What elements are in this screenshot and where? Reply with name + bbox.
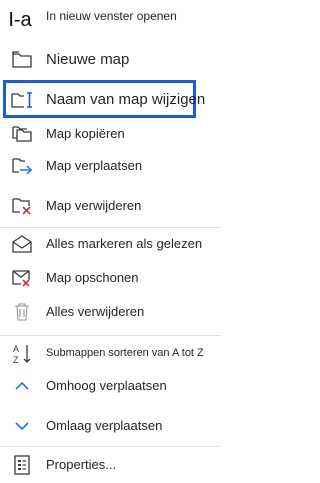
svg-text:A: A [13, 344, 19, 354]
menu-item-label: Nieuwe map [46, 51, 130, 68]
menu-item-move-down[interactable]: Omlaag verplaatsen [0, 412, 221, 440]
menu-item-copy-folder[interactable]: Map kopiëren [0, 120, 221, 148]
menu-item-clean-up-folder[interactable]: Map opschonen [0, 264, 221, 292]
menu-item-label: Alles markeren als gelezen [46, 236, 203, 251]
menu-item-label: Map verplaatsen [46, 158, 143, 173]
clean-up-folder-icon [10, 266, 34, 290]
menu-item-label: Map opschonen [46, 270, 139, 285]
rename-folder-icon [10, 88, 34, 112]
chevron-up-icon [10, 374, 34, 398]
menu-separator [0, 446, 221, 447]
menu-item-delete-folder[interactable]: Map verwijderen [0, 192, 221, 220]
menu-item-label: Naam van map wijzigen [46, 91, 206, 108]
menu-item-move-folder[interactable]: Map verplaatsen [0, 152, 221, 180]
menu-item-sort-az[interactable]: AZ Submappen sorteren van A tot Z [0, 339, 221, 369]
menu-item-label: Omhoog verplaatsen [46, 378, 167, 393]
sort-az-icon: AZ [10, 342, 34, 366]
menu-item-label: Submappen sorteren van A tot Z [46, 347, 204, 359]
menu-item-properties[interactable]: Properties... [0, 450, 221, 480]
new-folder-icon [10, 48, 34, 72]
menu-item-label: In nieuw venster openen [46, 9, 177, 23]
delete-folder-icon [10, 194, 34, 218]
mark-read-icon [10, 232, 34, 256]
menu-item-mark-all-read[interactable]: Alles markeren als gelezen [0, 230, 221, 258]
menu-item-label: Properties... [46, 457, 117, 472]
menu-item-rename-folder[interactable]: Naam van map wijzigen [0, 84, 221, 116]
menu-item-new-folder[interactable]: Nieuwe map [0, 44, 221, 76]
menu-item-label: Omlaag verplaatsen [46, 418, 163, 433]
menu-item-label: Map verwijderen [46, 198, 142, 213]
menu-item-move-up[interactable]: Omhoog verplaatsen [0, 372, 221, 400]
menu-separator [0, 335, 221, 336]
move-folder-icon [10, 154, 34, 178]
delete-all-icon [10, 300, 34, 324]
menu-item-label: Alles verwijderen [46, 304, 145, 319]
menu-separator [0, 227, 221, 228]
folder-context-menu: I-a In nieuw venster openen Nieuwe map N… [0, 0, 221, 483]
properties-icon [10, 453, 34, 477]
menu-item-delete-all[interactable]: Alles verwijderen [0, 298, 221, 326]
menu-item-label: Map kopiëren [46, 126, 125, 141]
copy-folder-icon [10, 122, 34, 146]
open-new-window-icon: I-a [8, 8, 32, 31]
svg-text:Z: Z [13, 355, 19, 365]
chevron-down-icon [10, 414, 34, 438]
menu-item-open-new-window[interactable]: I-a In nieuw venster openen [0, 4, 221, 36]
